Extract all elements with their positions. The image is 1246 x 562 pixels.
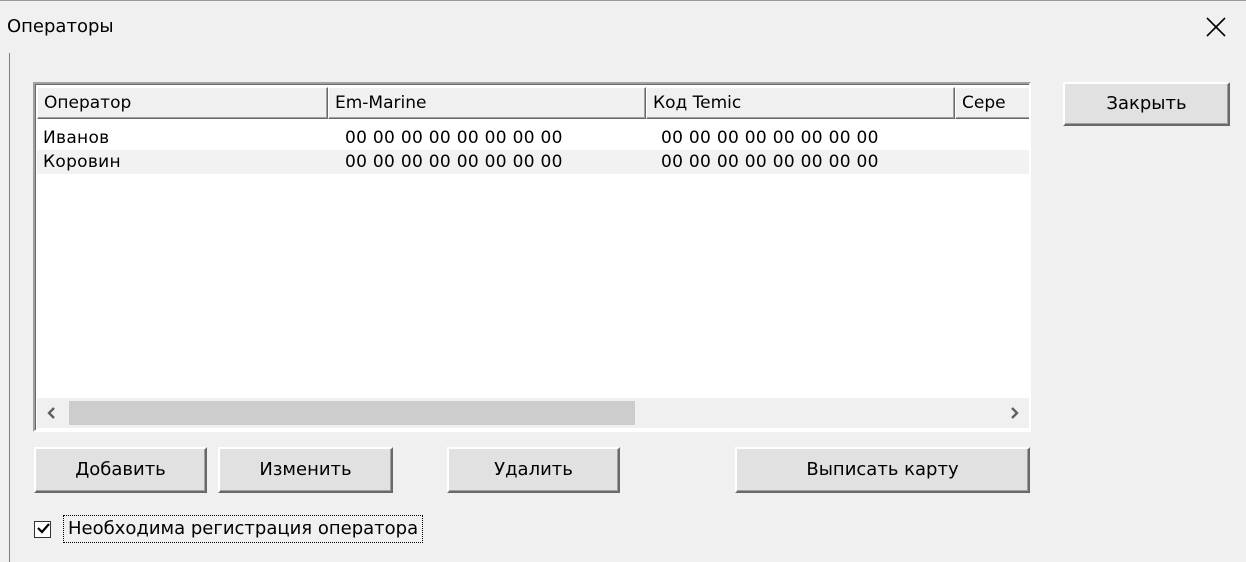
cell-operator: Иванов (43, 128, 110, 148)
issue-card-button[interactable]: Выписать карту (735, 447, 1030, 493)
registration-checkbox[interactable] (34, 521, 51, 538)
add-button-label: Добавить (75, 459, 166, 480)
dialog-title: Операторы (7, 16, 114, 37)
cell-operator: Коровин (43, 152, 121, 172)
chevron-left-icon[interactable] (37, 398, 67, 428)
delete-button-label: Удалить (494, 459, 573, 480)
edit-button-label: Изменить (259, 459, 352, 480)
close-icon[interactable] (1196, 13, 1236, 41)
column-header-temic-code[interactable]: Код Temic (646, 87, 955, 119)
edit-button[interactable]: Изменить (218, 447, 393, 493)
table-row[interactable]: Коровин 00 00 00 00 00 00 00 00 00 00 00… (37, 150, 1029, 174)
registration-checkbox-label[interactable]: Необходима регистрация оператора (63, 515, 424, 543)
close-button-label: Закрыть (1106, 93, 1187, 114)
column-header-operator[interactable]: Оператор (37, 87, 328, 119)
column-header-series[interactable]: Сере (955, 87, 1029, 119)
list-header: Оператор Em-Marine Код Temic Сере (37, 87, 1029, 119)
cell-em-marine: 00 00 00 00 00 00 00 00 (345, 152, 563, 172)
column-header-em-marine[interactable]: Em-Marine (328, 87, 646, 119)
table-row[interactable]: Иванов 00 00 00 00 00 00 00 00 00 00 00 … (37, 126, 1029, 150)
operators-dialog: Операторы Оператор Em-Marine Код Temic С… (0, 0, 1246, 562)
delete-button[interactable]: Удалить (447, 447, 620, 493)
chevron-right-icon[interactable] (999, 398, 1029, 428)
add-button[interactable]: Добавить (34, 447, 207, 493)
cell-temic-code: 00 00 00 00 00 00 00 00 (661, 152, 879, 172)
horizontal-scrollbar[interactable] (37, 398, 1029, 428)
cell-em-marine: 00 00 00 00 00 00 00 00 (345, 128, 563, 148)
cell-temic-code: 00 00 00 00 00 00 00 00 (661, 128, 879, 148)
dialog-left-edge (9, 53, 10, 562)
check-icon (36, 521, 51, 540)
operators-list[interactable]: Оператор Em-Marine Код Temic Сере Иванов… (33, 82, 1031, 432)
title-bar: Операторы (0, 1, 1246, 53)
close-button[interactable]: Закрыть (1063, 82, 1230, 126)
scrollbar-thumb[interactable] (69, 401, 635, 425)
issue-card-button-label: Выписать карту (806, 459, 959, 480)
